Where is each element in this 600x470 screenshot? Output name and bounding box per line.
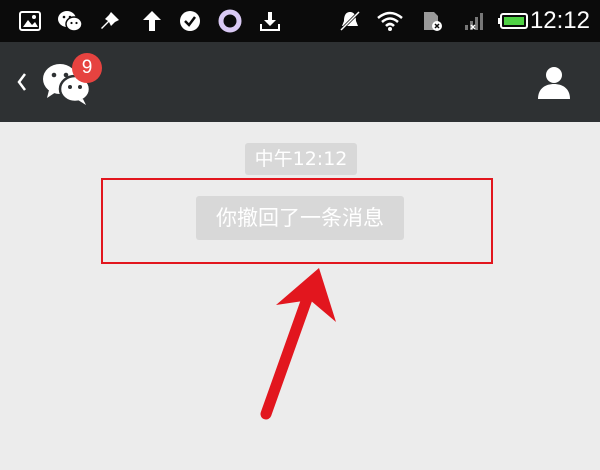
pin-icon (96, 7, 124, 35)
wifi-icon (376, 7, 404, 35)
download-icon (256, 7, 284, 35)
recall-notice: 你撤回了一条消息 (196, 196, 404, 240)
mute-icon (336, 7, 364, 35)
check-circle-icon (176, 7, 204, 35)
status-clock: 12:12 (529, 7, 590, 34)
battery-icon (498, 7, 530, 35)
wechat-icon (56, 7, 84, 35)
gallery-icon (16, 7, 44, 35)
message-timestamp: 中午12:12 (245, 143, 357, 175)
unread-badge: 9 (72, 53, 102, 83)
ring-icon (216, 7, 244, 35)
upload-arrow-icon (138, 7, 166, 35)
status-bar: 12:12 (0, 0, 600, 42)
signal-icon (460, 7, 488, 35)
sim-icon (418, 7, 446, 35)
chevron-left-icon (17, 73, 26, 91)
back-button[interactable] (10, 62, 34, 102)
profile-icon[interactable] (536, 64, 572, 100)
chat-title-bar: 9 (0, 42, 600, 122)
